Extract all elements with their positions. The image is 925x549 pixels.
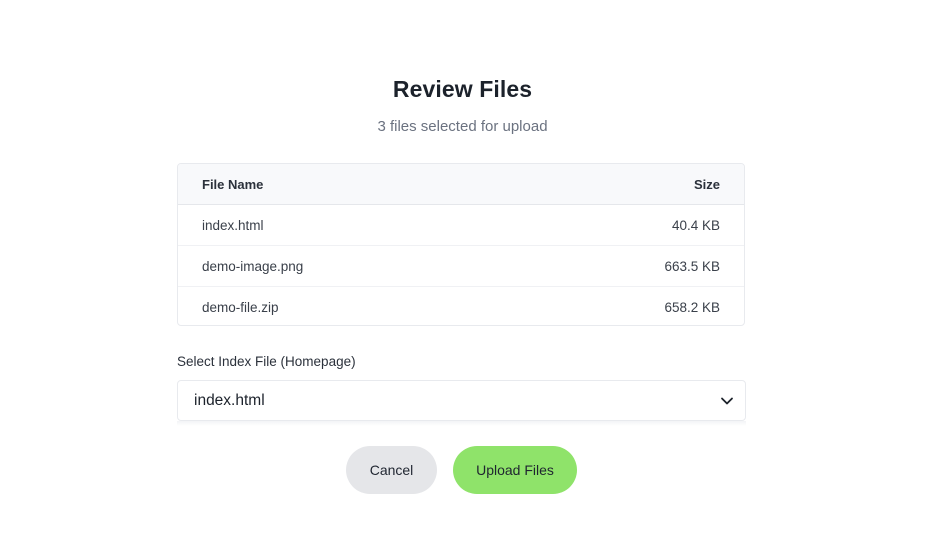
index-file-select[interactable]: index.html [177, 380, 746, 421]
column-header-file-name: File Name [202, 176, 264, 192]
file-size-cell: 658.2 KB [664, 300, 720, 315]
table-row: demo-file.zip 658.2 KB [178, 287, 744, 325]
select-divider [177, 421, 746, 426]
file-size-cell: 40.4 KB [671, 217, 720, 233]
dialog-subtitle: 3 files selected for upload [377, 118, 548, 135]
index-file-selected-value: index.html [194, 391, 265, 409]
file-name-cell: demo-file.zip [202, 300, 279, 315]
chevron-down-icon [719, 393, 735, 409]
table-row: index.html 40.4 KB [178, 205, 744, 246]
file-name-cell: demo-image.png [202, 258, 304, 274]
table-header: File Name Size [178, 164, 744, 205]
cancel-button[interactable]: Cancel [346, 446, 437, 494]
file-size-cell: 663.5 KB [664, 258, 720, 274]
index-file-label: Select Index File (Homepage) [177, 354, 356, 369]
file-table: File Name Size index.html 40.4 KB demo-i… [177, 163, 745, 326]
upload-files-button[interactable]: Upload Files [453, 446, 577, 494]
dialog-title: Review Files [392, 76, 533, 102]
column-header-size: Size [693, 176, 720, 192]
table-row: demo-image.png 663.5 KB [178, 246, 744, 287]
file-name-cell: index.html [202, 217, 264, 233]
